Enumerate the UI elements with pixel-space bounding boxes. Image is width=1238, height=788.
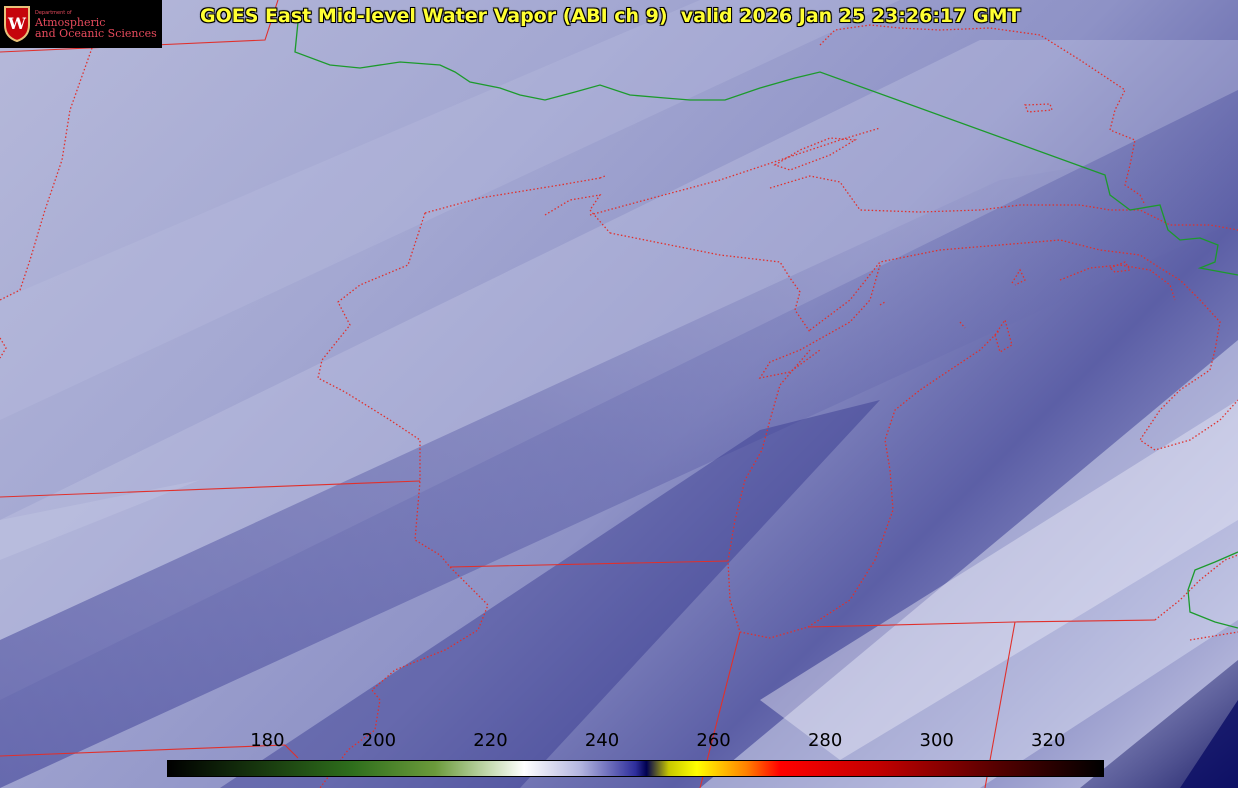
water-vapor-map — [0, 0, 1238, 788]
colorbar-tick-180: 180 — [250, 730, 285, 751]
colorbar-tick-320: 320 — [1031, 730, 1066, 751]
colorbar-tick-280: 280 — [807, 730, 843, 751]
satellite-image-viewer: W Department of Atmospheric and Oceanic … — [0, 0, 1238, 788]
crest-letter: W — [7, 14, 27, 33]
logo-line-2: and Oceanic Sciences — [35, 26, 157, 40]
image-title: GOES East Mid-level Water Vapor (ABI ch … — [200, 5, 1021, 27]
colorbar-tick-300: 300 — [919, 730, 954, 751]
uw-crest-icon: W — [2, 3, 32, 45]
logo-line-1: Atmospheric — [35, 15, 106, 29]
colorbar-tick-240: 240 — [584, 730, 620, 751]
colorbar-tick-200: 200 — [361, 730, 397, 751]
colorbar-tick-260: 260 — [696, 730, 731, 751]
uw-aos-logo: W Department of Atmospheric and Oceanic … — [0, 0, 162, 48]
logo-text: Department of Atmospheric and Oceanic Sc… — [35, 10, 157, 39]
water-vapor-imagery — [0, 0, 1238, 788]
colorbar-tick-220: 220 — [473, 730, 508, 751]
temperature-colorbar — [167, 760, 1104, 777]
